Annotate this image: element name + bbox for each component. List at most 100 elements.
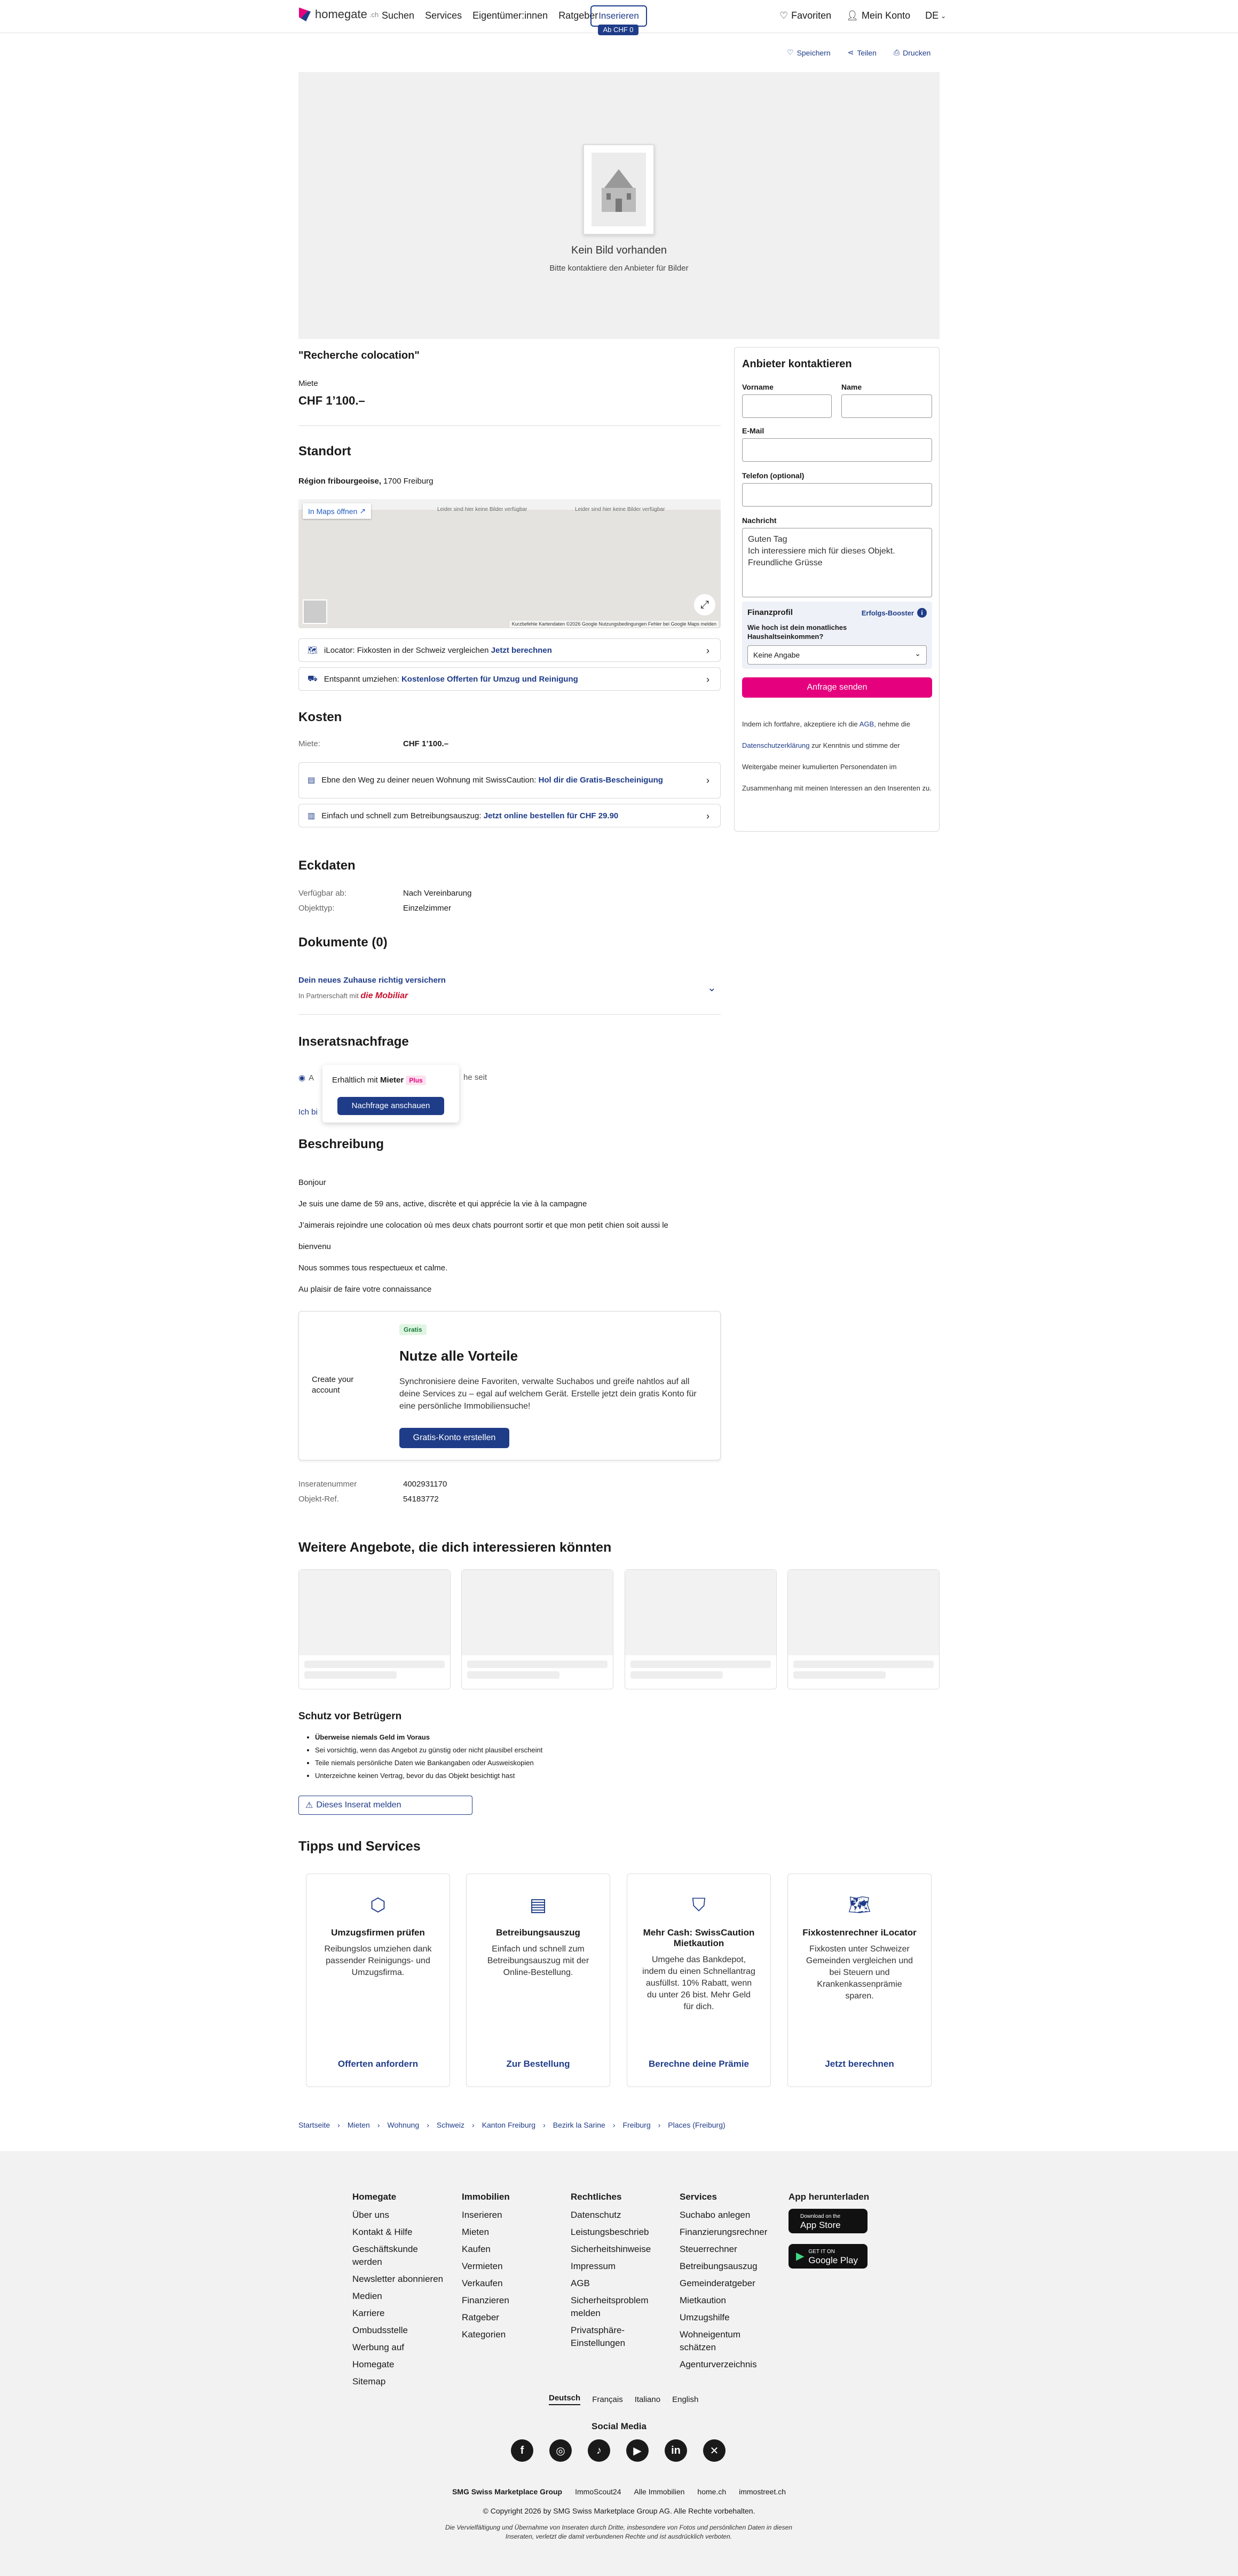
breadcrumb-item[interactable]: Kanton Freiburg (482, 2121, 535, 2129)
footer-link[interactable]: Datenschutz (571, 2207, 661, 2224)
footer-link[interactable]: Steuerrechner (680, 2241, 776, 2258)
offer-card-skeleton[interactable] (461, 1569, 613, 1689)
privacy-link[interactable]: Datenschutzerklärung (742, 741, 809, 749)
offer-card-skeleton[interactable] (787, 1569, 940, 1689)
email-input[interactable] (742, 438, 932, 462)
footer-link[interactable]: Kaufen (462, 2241, 558, 2258)
footer-link[interactable]: Vermieten (462, 2258, 558, 2275)
group-link[interactable]: Alle Immobilien (634, 2487, 684, 2496)
breadcrumb-item[interactable]: Bezirk la Sarine (553, 2121, 605, 2129)
footer-link[interactable]: Werbung auf Homegate (352, 2339, 448, 2373)
footer-link[interactable]: Privatsphäre-Einstellungen (571, 2322, 661, 2352)
nav-item-services[interactable]: Services (425, 10, 462, 21)
tip-link[interactable]: Jetzt berechnen (788, 2059, 931, 2069)
tip-card-debt-extract[interactable]: ▤ Betreibungsauszug Einfach und schnell … (466, 1874, 610, 2087)
footer-link[interactable]: Ombudsstelle (352, 2322, 448, 2339)
offer-card-skeleton[interactable] (298, 1569, 451, 1689)
footer-link[interactable]: Sitemap (352, 2373, 448, 2390)
fullscreen-icon[interactable]: ⤢ (694, 594, 715, 615)
breadcrumb-item[interactable]: Schweiz (437, 2121, 464, 2129)
footer-link[interactable]: Mieten (462, 2224, 558, 2241)
footer-link[interactable]: Kontakt & Hilfe (352, 2224, 448, 2241)
footer-link[interactable]: Sicherheitshinweise (571, 2241, 661, 2258)
demand-more-link[interactable]: Ich bi (298, 1108, 318, 1117)
footer-link[interactable]: Leistungsbeschrieb (571, 2224, 661, 2241)
instagram-icon[interactable]: ◎ (549, 2439, 572, 2462)
language-it[interactable]: Italiano (635, 2395, 660, 2404)
footer-link[interactable]: Betreibungsauszug (680, 2258, 776, 2275)
linkedin-icon[interactable]: in (665, 2439, 687, 2462)
phone-input[interactable] (742, 483, 932, 507)
message-textarea[interactable]: Guten Tag Ich interessiere mich für dies… (742, 528, 932, 597)
youtube-icon[interactable]: ▶ (626, 2439, 649, 2462)
group-link[interactable]: immostreet.ch (739, 2487, 786, 2496)
language-fr[interactable]: Français (592, 2395, 623, 2404)
view-demand-button[interactable]: Nachfrage anschauen (337, 1097, 444, 1115)
facebook-icon[interactable]: f (511, 2439, 533, 2462)
footer-link[interactable]: Gemeinderatgeber (680, 2275, 776, 2292)
insurance-link[interactable]: Dein neues Zuhause richtig versichern (298, 976, 446, 985)
footer-link[interactable]: Finanzierungsrechner (680, 2224, 776, 2241)
lastname-input[interactable] (841, 394, 932, 418)
print-button[interactable]: ⎙ Drucken (894, 48, 931, 57)
debt-extract-link-row[interactable]: ▥ Einfach und schnell zum Betreibungsaus… (298, 804, 721, 827)
tip-link[interactable]: Berechne deine Prämie (627, 2059, 770, 2069)
map-type-toggle[interactable] (303, 599, 327, 624)
map[interactable]: Leider sind hier keine Bilder verfügbar … (298, 499, 721, 628)
footer-link[interactable]: Karriere (352, 2305, 448, 2322)
account-link[interactable]: 👤︎ Mein Konto (846, 10, 910, 21)
tip-link[interactable]: Offerten anfordern (306, 2059, 450, 2069)
footer-link[interactable]: Sicherheitsproblem melden (571, 2292, 661, 2322)
group-link[interactable]: ImmoScout24 (575, 2487, 621, 2496)
footer-link[interactable]: Mietkaution (680, 2292, 776, 2309)
app-store-button[interactable]: Download on the App Store (788, 2209, 868, 2233)
footer-link[interactable]: Umzugshilfe (680, 2309, 776, 2326)
footer-link[interactable]: Geschäftskunde werden (352, 2241, 448, 2271)
open-in-maps-link[interactable]: In Maps öffnen ↗ (303, 503, 372, 519)
breadcrumb-item[interactable]: Startseite (298, 2121, 330, 2129)
homegate-logo[interactable]: homegate .ch (299, 7, 379, 21)
footer-link[interactable]: AGB (571, 2275, 661, 2292)
agb-link[interactable]: AGB (859, 720, 874, 728)
income-select[interactable]: Keine Angabe ⌄ (747, 645, 927, 665)
swisscaution-link-row[interactable]: ▤ Ebne den Weg zu deiner neuen Wohnung m… (298, 762, 721, 799)
breadcrumb-item[interactable]: Places (Freiburg) (668, 2121, 725, 2129)
tip-card-ilocator[interactable]: 🗺︎ Fixkostenrechner iLocator Fixkosten u… (787, 1874, 932, 2087)
footer-link[interactable]: Inserieren (462, 2207, 558, 2224)
footer-link[interactable]: Finanzieren (462, 2292, 558, 2309)
chevron-down-icon[interactable]: ⌄ (707, 981, 716, 994)
tip-card-moving[interactable]: ⬡ Umzugsfirmen prüfen Reibungslos umzieh… (306, 1874, 450, 2087)
create-account-button[interactable]: Gratis-Konto erstellen (399, 1428, 509, 1448)
footer-link[interactable]: Impressum (571, 2258, 661, 2275)
footer-link[interactable]: Kategorien (462, 2326, 558, 2343)
google-play-button[interactable]: ▶ GET IT ON Google Play (788, 2244, 868, 2269)
language-en[interactable]: English (672, 2395, 698, 2404)
language-select[interactable]: DE ⌄ (925, 10, 946, 21)
offer-card-skeleton[interactable] (625, 1569, 777, 1689)
footer-link[interactable]: Verkaufen (462, 2275, 558, 2292)
firstname-input[interactable] (742, 394, 832, 418)
footer-link[interactable]: Über uns (352, 2207, 448, 2224)
footer-link[interactable]: Suchabo anlegen (680, 2207, 776, 2224)
moving-link-row[interactable]: ⛟ Entspannt umziehen: Kostenlose Offerte… (298, 667, 721, 691)
tip-card-swisscaution[interactable]: ⛉ Mehr Cash: SwissCaution Mietkaution Um… (627, 1874, 771, 2087)
footer-link[interactable]: Wohneigentum schätzen (680, 2326, 776, 2356)
x-icon[interactable]: ✕ (703, 2439, 726, 2462)
tiktok-icon[interactable]: ♪ (588, 2439, 610, 2462)
footer-link[interactable]: Medien (352, 2288, 448, 2305)
ilocator-link-row[interactable]: 🗺︎ iLocator: Fixkosten in der Schweiz ve… (298, 638, 721, 662)
insert-button[interactable]: Inserieren (590, 5, 647, 27)
group-link[interactable]: home.ch (697, 2487, 726, 2496)
footer-link[interactable]: Ratgeber (462, 2309, 558, 2326)
favorites-link[interactable]: ♡ Favoriten (779, 10, 831, 21)
footer-link[interactable]: Agenturverzeichnis (680, 2356, 776, 2373)
footer-link[interactable]: Newsletter abonnieren (352, 2271, 448, 2288)
info-icon[interactable]: i (917, 608, 927, 618)
nav-item-eigentuemer[interactable]: Eigentümer:innen (472, 10, 548, 21)
breadcrumb-item[interactable]: Mieten (348, 2121, 370, 2129)
report-listing-button[interactable]: ⚠ Dieses Inserat melden (298, 1796, 472, 1815)
nav-item-suchen[interactable]: Suchen (382, 10, 414, 21)
send-request-button[interactable]: Anfrage senden (742, 677, 932, 698)
breadcrumb-item[interactable]: Wohnung (388, 2121, 420, 2129)
breadcrumb-item[interactable]: Freiburg (622, 2121, 650, 2129)
